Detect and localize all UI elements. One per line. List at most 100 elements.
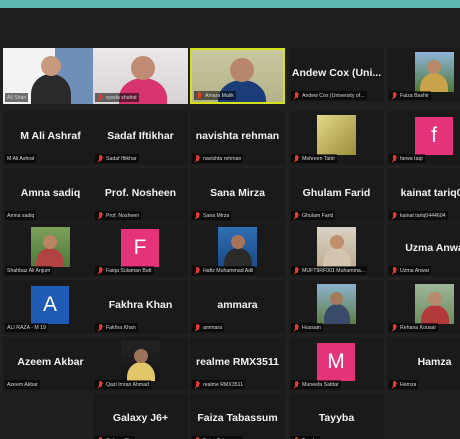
muted-mic-icon xyxy=(97,323,104,332)
name-caption: realme RMX3511 xyxy=(192,380,245,389)
caption-label: kainat tariq0444604 xyxy=(400,212,446,219)
name-caption: Sana Mirza xyxy=(192,211,232,220)
participant-tile[interactable]: navishta rehman navishta rehman xyxy=(190,111,285,165)
profile-photo xyxy=(218,227,257,267)
caption-label: Rehana Kousar xyxy=(400,324,437,331)
participant-tile[interactable]: MUFT9RF001 Muhamma... xyxy=(289,223,384,277)
muted-mic-icon xyxy=(194,266,201,275)
participant-tile[interactable]: A ALI RAZA - M 19 xyxy=(3,280,98,334)
muted-mic-icon xyxy=(391,380,398,389)
caption-label: syeda shahid xyxy=(106,94,137,101)
muted-mic-icon xyxy=(391,211,398,220)
name-caption: Hussain xyxy=(291,323,323,332)
caption-label: Sana Mirza xyxy=(203,212,230,219)
participant-name: Tayyba xyxy=(318,412,355,424)
participant-name: M Ali Ashraf xyxy=(20,130,81,142)
participant-tile[interactable]: Qazi Imran Ahmad xyxy=(93,337,188,391)
caption-label: Amara Malik xyxy=(205,92,234,99)
name-caption: M Ali Ashraf xyxy=(5,154,37,163)
participant-tile[interactable]: Azeem Akbar Azeem Akbar xyxy=(3,337,98,391)
name-caption: Muneefa Safdar xyxy=(291,380,341,389)
participant-name: Sadaf Iftikhar xyxy=(107,130,174,142)
participant-tile[interactable]: realme RMX3511 realme RMX3511 xyxy=(190,337,285,391)
participant-tile[interactable]: Hussain xyxy=(289,280,384,334)
participant-tile[interactable]: Faiza Bashir xyxy=(387,48,460,102)
muted-mic-icon xyxy=(194,380,201,389)
muted-mic-icon xyxy=(391,323,398,332)
caption-label: Hussain xyxy=(302,324,321,331)
participant-name: Galaxy J6+ xyxy=(112,412,169,424)
person-body xyxy=(323,303,350,324)
profile-photo xyxy=(317,227,356,267)
person-body xyxy=(420,72,448,92)
caption-label: MUFT9RF001 Muhamma... xyxy=(302,267,366,274)
name-caption: Hamza xyxy=(389,380,419,389)
muted-mic-icon xyxy=(97,211,104,220)
person-head xyxy=(330,235,344,249)
participant-tile[interactable]: Mehreen Tahir xyxy=(289,111,384,165)
caption-label: ammara xyxy=(203,324,223,331)
name-caption: Faiqa Sulaman Butt xyxy=(95,266,154,275)
name-caption: Amara Malik xyxy=(194,91,236,100)
name-caption: farwa taqi xyxy=(389,154,425,163)
participant-name: navishta rehman xyxy=(195,130,280,142)
muted-mic-icon xyxy=(391,266,398,275)
name-caption: kainat tariq0444604 xyxy=(389,211,448,220)
name-caption: ALI RAZA - M 19 xyxy=(5,323,48,332)
participant-tile[interactable]: Galaxy J6+Galaxy J6+ xyxy=(93,393,188,439)
participant-name: Fakhra Khan xyxy=(108,299,173,311)
person-head xyxy=(230,58,254,82)
name-caption: Fakhra Khan xyxy=(95,323,138,332)
participant-tile[interactable]: Faiza TabassumFaiza Tabassum xyxy=(190,393,285,439)
participant-tile[interactable]: ammara ammara xyxy=(190,280,285,334)
caption-label: Mehreen Tahir xyxy=(302,155,336,162)
person-head xyxy=(41,56,61,76)
caption-label: Prof. Nosheen xyxy=(106,212,140,219)
participant-tile[interactable]: Hamza Hamza xyxy=(387,337,460,391)
person-body xyxy=(421,304,449,324)
participant-tile[interactable]: Amna sadiq Amna sadiq xyxy=(3,168,98,222)
person-body xyxy=(127,361,155,381)
participant-tile[interactable]: Rehana Kousar xyxy=(387,280,460,334)
participant-tile[interactable]: M Ali Ashraf M Ali Ashraf xyxy=(3,111,98,165)
profile-photo xyxy=(415,284,454,324)
caption-label: Ali Shan xyxy=(7,94,27,101)
name-caption: Ali Shan xyxy=(5,93,29,102)
participant-tile[interactable]: Ali Shan xyxy=(3,48,98,104)
participant-tile[interactable]: Shahbaz Ali Anjum xyxy=(3,223,98,277)
participant-name: Faiza Tabassum xyxy=(197,412,278,424)
caption-label: Qazi Imran Ahmad xyxy=(106,381,149,388)
participant-tile[interactable]: Sana Mirza Sana Mirza xyxy=(190,168,285,222)
caption-label: ALI RAZA - M 19 xyxy=(7,324,46,331)
participant-tile[interactable]: Amara Malik xyxy=(190,48,285,104)
name-caption: Uzma Anwar xyxy=(389,266,432,275)
participant-tile[interactable]: Prof. Nosheen Prof. Nosheen xyxy=(93,168,188,222)
name-caption: MUFT9RF001 Muhamma... xyxy=(291,266,368,275)
participant-tile[interactable]: Uzma Anwa Uzma Anwar xyxy=(387,223,460,277)
participant-tile[interactable]: Hafiz Muhammad Adil xyxy=(190,223,285,277)
profile-photo xyxy=(415,52,454,92)
participant-tile[interactable]: kainat tariq04 kainat tariq0444604 xyxy=(387,168,460,222)
name-caption: Hafiz Muhammad Adil xyxy=(192,266,256,275)
muted-mic-icon xyxy=(97,93,104,102)
name-caption: Andew Cox (University of... xyxy=(291,91,367,100)
muted-mic-icon xyxy=(196,91,203,100)
name-caption: syeda shahid xyxy=(95,93,139,102)
name-caption: Azeem Akbar xyxy=(5,380,40,389)
participant-tile[interactable]: M Muneefa Safdar xyxy=(289,337,384,391)
participant-name: realme RMX3511 xyxy=(196,356,279,368)
participant-tile[interactable]: Andew Cox (Uni... Andew Cox (University o… xyxy=(289,48,384,102)
participant-tile[interactable]: Ghulam Farid Ghulam Farid xyxy=(289,168,384,222)
participant-name: kainat tariq04 xyxy=(400,187,460,199)
participant-tile[interactable]: F Faiqa Sulaman Butt xyxy=(93,223,188,277)
caption-label: navishta rehman xyxy=(203,155,242,162)
participant-tile[interactable]: Fakhra Khan Fakhra Khan xyxy=(93,280,188,334)
avatar: M xyxy=(317,343,355,381)
participant-tile[interactable]: syeda shahid xyxy=(93,48,188,104)
participant-name: Prof. Nosheen xyxy=(104,187,177,199)
name-caption: Rehana Kousar xyxy=(389,323,439,332)
participant-tile[interactable]: Sadaf Iftikhar Sadaf Iftikhar xyxy=(93,111,188,165)
participant-tile[interactable]: TayybaTayyba xyxy=(289,393,384,439)
caption-label: Amna sadiq xyxy=(7,212,35,219)
participant-tile[interactable]: f farwa taqi xyxy=(387,111,460,165)
